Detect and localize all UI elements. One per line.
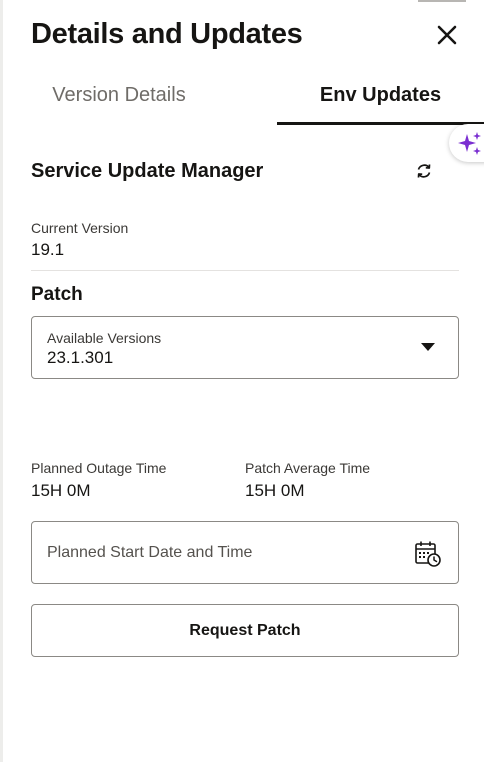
available-versions-label: Available Versions bbox=[47, 330, 162, 346]
refresh-icon[interactable] bbox=[414, 161, 434, 181]
divider bbox=[31, 270, 459, 271]
available-versions-select[interactable]: Available Versions 23.1.301 bbox=[31, 316, 459, 379]
patch-average-value: 15H 0M bbox=[245, 481, 305, 500]
patch-title: Patch bbox=[31, 284, 83, 305]
planned-start-date-field[interactable]: Planned Start Date and Time bbox=[31, 521, 459, 584]
calendar-clock-icon[interactable] bbox=[414, 540, 442, 568]
section-title: Service Update Manager bbox=[31, 160, 264, 182]
tab-bar: Version Details Env Updates bbox=[31, 80, 484, 125]
planned-outage-label: Planned Outage Time bbox=[31, 460, 167, 476]
chevron-down-icon[interactable] bbox=[421, 343, 435, 351]
patch-average-label: Patch Average Time bbox=[245, 460, 371, 476]
tab-env-updates[interactable]: Env Updates bbox=[277, 80, 484, 125]
close-icon[interactable] bbox=[432, 20, 462, 50]
current-version-label: Current Version bbox=[31, 220, 129, 236]
planned-start-date-placeholder: Planned Start Date and Time bbox=[47, 544, 253, 561]
planned-outage-value: 15H 0M bbox=[31, 481, 91, 500]
available-versions-value: 23.1.301 bbox=[47, 348, 114, 367]
ai-assist-button[interactable] bbox=[449, 124, 484, 162]
sparkle-icon bbox=[458, 132, 481, 155]
panel-title: Details and Updates bbox=[31, 18, 303, 50]
drag-handle[interactable] bbox=[418, 0, 466, 2]
panel-left-edge bbox=[0, 0, 3, 762]
current-version-value: 19.1 bbox=[31, 240, 65, 259]
request-patch-button[interactable]: Request Patch bbox=[31, 604, 459, 657]
tab-version-details[interactable]: Version Details bbox=[31, 80, 207, 125]
